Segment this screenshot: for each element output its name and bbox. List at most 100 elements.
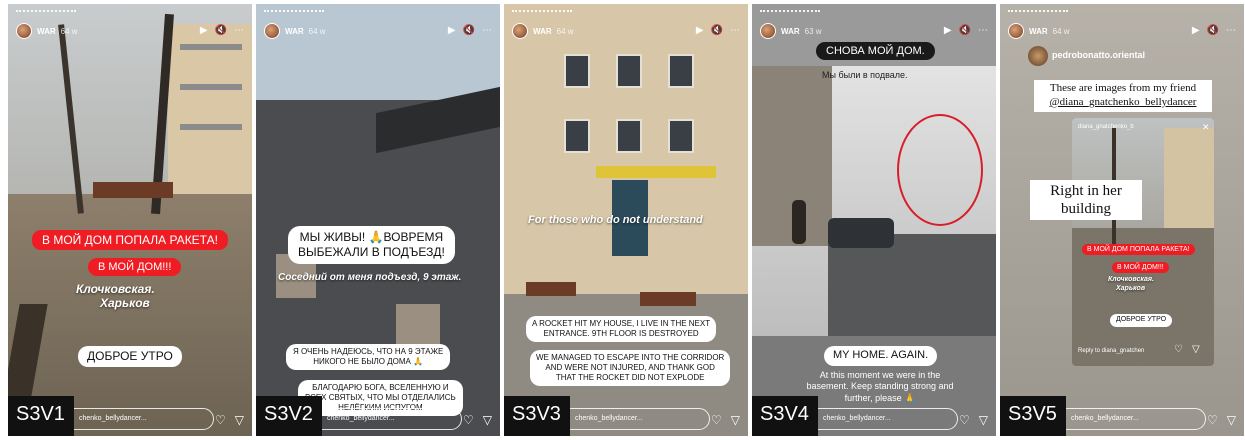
mini-username: diana_gnatchenko_b bbox=[1078, 124, 1134, 130]
panel-tag: S3V4 bbox=[752, 396, 818, 436]
play-icon[interactable]: ▶ bbox=[944, 26, 952, 36]
sticker-home-again-ru: СНОВА МОЙ ДОМ. bbox=[816, 42, 935, 60]
repost-username[interactable]: pedrobonatto.oriental bbox=[1052, 50, 1145, 60]
heart-icon[interactable]: ♡ bbox=[463, 413, 474, 427]
understand-caption: For those who do not understand bbox=[528, 214, 703, 226]
rocket-line-1: A ROCKET HIT MY HOUSE, I LIVE IN THE NEX… bbox=[532, 319, 711, 328]
send-icon[interactable]: ▽ bbox=[1192, 344, 1200, 355]
repost-text-line-2[interactable]: @diana_gnatchenko_bellydancer bbox=[1037, 96, 1209, 110]
mute-icon[interactable]: 🔇 bbox=[1207, 26, 1219, 36]
story-panel-2: WAR 64 w ▶ 🔇 ⋯ МЫ ЖИВЫ! 🙏ВОВРЕМЯ ВЫБЕЖАЛ… bbox=[256, 4, 500, 436]
progress-bar bbox=[760, 10, 820, 12]
caption-line-1: At this moment we were in the bbox=[819, 370, 941, 380]
send-icon[interactable]: ▽ bbox=[979, 413, 988, 427]
balcony bbox=[180, 124, 242, 130]
timestamp: 64 w bbox=[556, 26, 574, 36]
basement-caption-ru: Мы были в подвале. bbox=[822, 70, 908, 80]
window bbox=[668, 54, 694, 88]
mute-icon[interactable]: 🔇 bbox=[215, 26, 227, 36]
play-icon[interactable]: ▶ bbox=[696, 26, 704, 36]
entrance-canopy bbox=[596, 166, 716, 178]
timestamp: 63 w bbox=[804, 26, 822, 36]
story-header: WAR 64 w ▶ 🔇 ⋯ bbox=[1008, 20, 1236, 42]
more-icon[interactable]: ⋯ bbox=[234, 26, 244, 36]
story-panel-3: WAR 64 w ▶ 🔇 ⋯ For those who do not unde… bbox=[504, 4, 748, 436]
sticker-home-again-en: MY HOME. AGAIN. bbox=[824, 346, 938, 366]
avatar[interactable] bbox=[760, 23, 776, 39]
send-icon[interactable]: ▽ bbox=[731, 413, 740, 427]
avatar[interactable] bbox=[16, 23, 32, 39]
sticker-hope: Я ОЧЕНЬ НАДЕЮСЬ, ЧТО НА 9 ЭТАЖЕ НИКОГО Н… bbox=[286, 344, 451, 370]
window bbox=[564, 119, 590, 153]
heart-icon[interactable]: ♡ bbox=[215, 413, 226, 427]
building bbox=[168, 24, 252, 204]
window bbox=[616, 54, 642, 88]
repost-text: These are images from my friend @diana_g… bbox=[1034, 80, 1212, 112]
username[interactable]: WAR bbox=[37, 27, 56, 36]
escape-line-1: WE MANAGED TO ESCAPE INTO THE CORRIDOR bbox=[536, 353, 725, 362]
sticker-alive: МЫ ЖИВЫ! 🙏ВОВРЕМЯ ВЫБЕЖАЛИ В ПОДЪЕЗД! bbox=[288, 226, 455, 264]
right-line-1: Right in her bbox=[1050, 183, 1122, 199]
send-icon[interactable]: ▽ bbox=[1227, 413, 1236, 427]
parked-car bbox=[828, 218, 894, 248]
send-icon[interactable]: ▽ bbox=[483, 413, 492, 427]
sticker-rocket: A ROCKET HIT MY HOUSE, I LIVE IN THE NEX… bbox=[526, 316, 717, 342]
play-icon[interactable]: ▶ bbox=[448, 26, 456, 36]
sticker-good-morning: ДОБРОЕ УТРО bbox=[78, 346, 182, 367]
more-icon[interactable]: ⋯ bbox=[482, 26, 492, 36]
mute-icon[interactable]: 🔇 bbox=[463, 26, 475, 36]
story-header: WAR 63 w ▶ 🔇 ⋯ bbox=[760, 20, 988, 42]
more-icon[interactable]: ⋯ bbox=[1226, 26, 1236, 36]
window bbox=[616, 119, 642, 153]
username[interactable]: WAR bbox=[781, 27, 800, 36]
username[interactable]: WAR bbox=[285, 27, 304, 36]
progress-bar bbox=[512, 10, 572, 12]
heart-icon[interactable]: ♡ bbox=[1207, 413, 1218, 427]
mini-building bbox=[1164, 128, 1214, 228]
story-panel-5: WAR 64 w ▶ 🔇 ⋯ pedrobonatto.oriental The… bbox=[1000, 4, 1244, 436]
panel-tag: S3V1 bbox=[8, 396, 74, 436]
hope-line-1: Я ОЧЕНЬ НАДЕЮСЬ, ЧТО НА 9 ЭТАЖЕ bbox=[293, 347, 444, 356]
close-icon[interactable]: ✕ bbox=[1202, 122, 1210, 133]
timestamp: 64 w bbox=[308, 26, 326, 36]
username[interactable]: WAR bbox=[533, 27, 552, 36]
play-icon[interactable]: ▶ bbox=[1192, 26, 1200, 36]
right-line-2: building bbox=[1060, 201, 1111, 217]
mini-reply[interactable]: Reply to diana_gnatchen bbox=[1078, 348, 1144, 354]
send-icon[interactable]: ▽ bbox=[235, 413, 244, 427]
username[interactable]: WAR bbox=[1029, 27, 1048, 36]
avatar[interactable] bbox=[1008, 23, 1024, 39]
timestamp: 64 w bbox=[60, 26, 78, 36]
red-circle-annotation bbox=[897, 114, 983, 226]
avatar[interactable] bbox=[512, 23, 528, 39]
pedestrian bbox=[792, 200, 806, 244]
story-header: WAR 64 w ▶ 🔇 ⋯ bbox=[512, 20, 740, 42]
story-panel-1: WAR 64 w ▶ 🔇 ⋯ В МОЙ ДОМ ПОПАЛА РАКЕТА! … bbox=[8, 4, 252, 436]
rocket-line-2: ENTRANCE. 9TH FLOOR IS DESTROYED bbox=[543, 329, 699, 338]
play-icon[interactable]: ▶ bbox=[200, 26, 208, 36]
bench bbox=[93, 182, 173, 198]
heart-icon[interactable]: ♡ bbox=[1174, 344, 1183, 355]
heart-icon[interactable]: ♡ bbox=[959, 413, 970, 427]
mini-sticker-red-home: В МОЙ ДОМ!!! bbox=[1112, 262, 1169, 273]
mini-location-2: Харьков bbox=[1116, 285, 1146, 292]
more-icon[interactable]: ⋯ bbox=[978, 26, 988, 36]
heart-icon[interactable]: ♡ bbox=[711, 413, 722, 427]
caption-line-2: basement. Keep standing strong and bbox=[806, 381, 954, 392]
location-line-1: Клочковская. bbox=[76, 282, 155, 296]
window bbox=[396, 304, 440, 344]
embedded-story[interactable]: diana_gnatchenko_b ✕ В МОЙ ДОМ ПОПАЛА РА… bbox=[1072, 118, 1214, 366]
right-in-her-building: Right in her building bbox=[1030, 180, 1142, 220]
more-icon[interactable]: ⋯ bbox=[730, 26, 740, 36]
story-header: WAR 64 w ▶ 🔇 ⋯ bbox=[16, 20, 244, 42]
repost-text-line-1: These are images from my friend bbox=[1049, 82, 1197, 94]
avatar[interactable] bbox=[264, 23, 280, 39]
mute-icon[interactable]: 🔇 bbox=[959, 26, 971, 36]
sticker-escape: WE MANAGED TO ESCAPE INTO THE CORRIDOR A… bbox=[530, 350, 731, 386]
bench bbox=[640, 292, 696, 306]
repost-avatar[interactable] bbox=[1028, 46, 1048, 66]
sticker-red-rocket: В МОЙ ДОМ ПОПАЛА РАКЕТА! bbox=[32, 230, 228, 250]
alive-line-1: МЫ ЖИВЫ! 🙏ВОВРЕМЯ bbox=[299, 230, 444, 244]
mute-icon[interactable]: 🔇 bbox=[711, 26, 723, 36]
bench bbox=[526, 282, 576, 296]
